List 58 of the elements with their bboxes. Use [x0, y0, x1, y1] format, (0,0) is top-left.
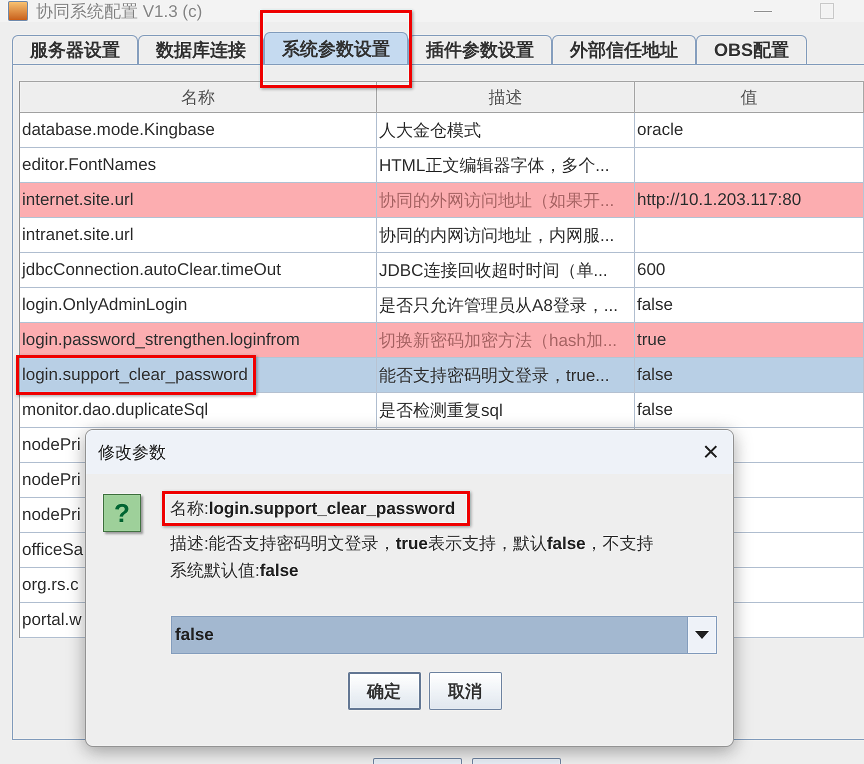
table-cell: nodePri: [22, 505, 81, 525]
dialog-text: 描述:能否支持密码明文登录，true表示支持，默认false，不支持: [170, 533, 655, 555]
table-cell: internet.site.url: [22, 190, 134, 210]
table-cell-text: 协同的外网访问地址（如果开...: [379, 190, 614, 212]
table-row[interactable]: monitor.dao.duplicateSql 是否检测重复sql false: [20, 393, 864, 428]
dialog-button[interactable]: 取消: [428, 672, 502, 710]
column-header: 名称: [20, 82, 377, 113]
column-header: 值: [635, 82, 864, 113]
table-cell: false: [637, 400, 673, 420]
table-cell: editor.FontNames: [22, 155, 156, 175]
table-cell-text: 切换新密码加密方法（hash加...: [379, 330, 618, 352]
table-cell-text: 是否只允许管理员从A8登录，...: [379, 294, 618, 316]
table-cell: login.support_clear_password: [22, 365, 248, 385]
table-cell: database.mode.Kingbase: [22, 120, 215, 140]
table-cell-text: HTML正文编辑器字体，多个...: [379, 154, 610, 176]
table-cell: oracle: [637, 120, 684, 140]
caret-icon: [695, 631, 709, 639]
dropdown[interactable]: false: [171, 616, 717, 654]
table-cell: org.rs.c: [22, 575, 79, 595]
table-cell-text: JDBC连接回收超时时间（单...: [379, 260, 608, 282]
table-cell: 600: [637, 260, 666, 280]
table-cell-text: 协同的内网访问地址，内网服...: [379, 224, 614, 246]
question-icon: ?: [103, 494, 141, 532]
table-row[interactable]: login.password_strengthen.loginfrom 切换新密码加密方法（hash加... true: [20, 323, 864, 358]
table-cell: login.OnlyAdminLogin: [22, 295, 188, 315]
table-cell: nodePri: [22, 435, 81, 455]
table-cell-text: 人大金仓模式: [379, 120, 481, 142]
dialog-title: 修改参数: [98, 442, 166, 464]
tab[interactable]: 外部信任地址: [552, 35, 696, 64]
table-cell: false: [637, 365, 673, 385]
table-cell: intranet.site.url: [22, 225, 134, 245]
table-row[interactable]: login.support_clear_password 能否支持密码明文登录，true... false: [20, 358, 864, 393]
app-icon: [8, 1, 28, 21]
window-title: 协同系统配置 V1.3 (c): [36, 0, 204, 22]
minimize-button[interactable]: [754, 10, 772, 12]
dialog-text: 系统默认值:false: [170, 560, 300, 582]
table-cell: true: [637, 330, 666, 350]
dialog-button[interactable]: 确定: [348, 672, 420, 710]
table-cell: jdbcConnection.autoClear.timeOut: [22, 260, 281, 280]
table-cell-text: 能否支持密码明文登录，true...: [379, 364, 610, 386]
tab[interactable]: 服务器设置: [12, 35, 138, 64]
table-row[interactable]: jdbcConnection.autoClear.timeOut JDBC连接回收超时时间（单... 600: [20, 253, 864, 288]
table-cell: nodePri: [22, 470, 81, 490]
table-row[interactable]: intranet.site.url 协同的内网访问地址，内网服...: [20, 218, 864, 253]
table-cell: login.password_strengthen.loginfrom: [22, 330, 300, 350]
close-button[interactable]: ×: [702, 438, 719, 466]
table-cell-text: 是否检测重复sql: [379, 400, 503, 422]
tab[interactable]: OBS配置: [696, 35, 808, 64]
table-cell: false: [637, 295, 673, 315]
dialog-text: 名称:login.support_clear_password: [170, 498, 456, 519]
table-row[interactable]: internet.site.url 协同的外网访问地址（如果开... http://10.1.203.117:80: [20, 183, 864, 218]
table-cell: http://10.1.203.117:80: [637, 190, 802, 210]
table-cell: portal.w: [22, 610, 82, 630]
table-cell: monitor.dao.duplicateSql: [22, 400, 208, 420]
tab[interactable]: 系统参数设置: [264, 32, 408, 64]
table-row[interactable]: database.mode.Kingbase 人大金仓模式 oracle: [20, 113, 864, 148]
column-header: 描述: [377, 82, 635, 113]
table-cell: officeSa: [22, 540, 84, 560]
